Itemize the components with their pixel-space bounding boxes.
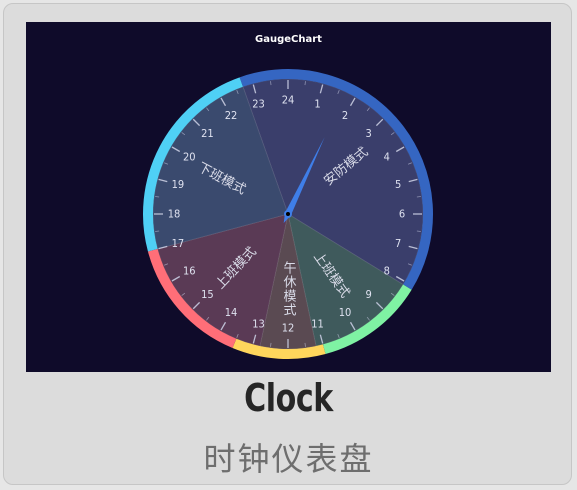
minor-tick xyxy=(416,230,421,232)
pointer-hub-center xyxy=(286,212,290,216)
hour-label: 17 xyxy=(172,237,185,250)
hour-label: 24 xyxy=(282,94,295,107)
minor-tick xyxy=(304,81,306,86)
hour-label: 20 xyxy=(183,151,196,164)
hour-label: 9 xyxy=(365,288,371,301)
hour-label: 18 xyxy=(168,208,181,221)
minor-tick xyxy=(270,342,272,347)
minor-tick xyxy=(155,196,160,198)
hour-label: 7 xyxy=(395,237,401,250)
card-title: Clock xyxy=(244,376,333,420)
card-subtitle: 时钟仪表盘 xyxy=(203,440,374,478)
minor-tick xyxy=(155,230,160,232)
hour-label: 10 xyxy=(339,306,352,319)
hour-label: 13 xyxy=(252,318,265,331)
hour-label: 1 xyxy=(314,97,320,110)
hour-label: 14 xyxy=(225,306,238,319)
clock-gauge-chart: GaugeChart 安防模式上班模式午休模式上班模式下班模式 24 123456… xyxy=(143,34,433,359)
hour-label: 21 xyxy=(201,127,214,140)
hour-label: 11 xyxy=(311,318,324,331)
hour-label: 8 xyxy=(384,265,390,278)
minor-tick xyxy=(416,196,421,198)
chart-title: GaugeChart xyxy=(255,34,322,45)
hour-label: 6 xyxy=(399,208,405,221)
minor-tick xyxy=(304,342,306,347)
chart-panel: GaugeChart 安防模式 上班模式 午休模式 上班模式 下班模式 24 1 2 3 4 5 6… xyxy=(26,22,551,372)
hour-label: 3 xyxy=(365,127,371,140)
hour-label: 4 xyxy=(384,151,390,164)
sector-label-2: 午休模式 xyxy=(281,261,297,317)
hour-label: 16 xyxy=(183,265,196,278)
hour-label: 5 xyxy=(395,178,401,191)
minor-tick xyxy=(270,81,272,86)
hour-label: 19 xyxy=(172,178,185,191)
hour-label: 12 xyxy=(282,322,295,335)
hour-label: 23 xyxy=(252,97,265,110)
hour-label: 22 xyxy=(225,109,238,122)
hour-label: 15 xyxy=(201,288,214,301)
hour-label: 2 xyxy=(342,109,348,122)
